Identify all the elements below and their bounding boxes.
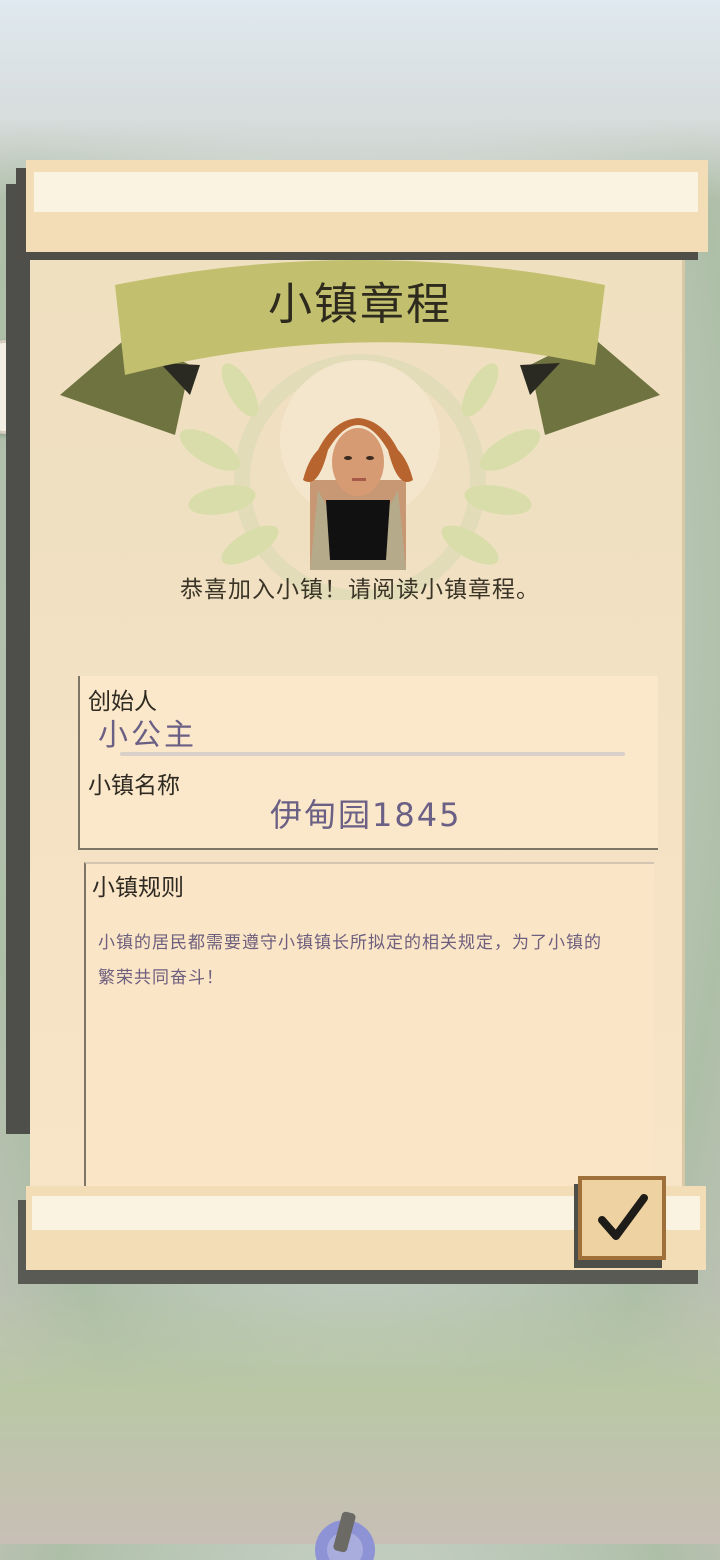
founder-name: 小公主 bbox=[98, 718, 197, 753]
scroll-top-roll bbox=[26, 160, 708, 252]
gear-icon[interactable] bbox=[300, 1500, 390, 1560]
town-name-label: 小镇名称 bbox=[88, 773, 180, 799]
town-name: 伊甸园1845 bbox=[270, 796, 462, 834]
mayor-avatar bbox=[303, 418, 413, 570]
town-info-box: 创始人 小公主 小镇名称 伊甸园1845 bbox=[78, 676, 658, 850]
signature-line bbox=[120, 752, 625, 756]
charter-title: 小镇章程 bbox=[268, 279, 452, 330]
confirm-button[interactable] bbox=[578, 1176, 666, 1260]
town-rules-box: 小镇规则 小镇的居民都需要遵守小镇镇长所拟定的相关规定，为了小镇的繁荣共同奋斗！ bbox=[84, 862, 654, 1194]
rules-text: 小镇的居民都需要遵守小镇镇长所拟定的相关规定，为了小镇的繁荣共同奋斗！ bbox=[98, 933, 602, 988]
welcome-message: 恭喜加入小镇！请阅读小镇章程。 bbox=[180, 577, 540, 603]
checkmark-icon bbox=[598, 1194, 648, 1240]
rules-label: 小镇规则 bbox=[92, 875, 184, 901]
